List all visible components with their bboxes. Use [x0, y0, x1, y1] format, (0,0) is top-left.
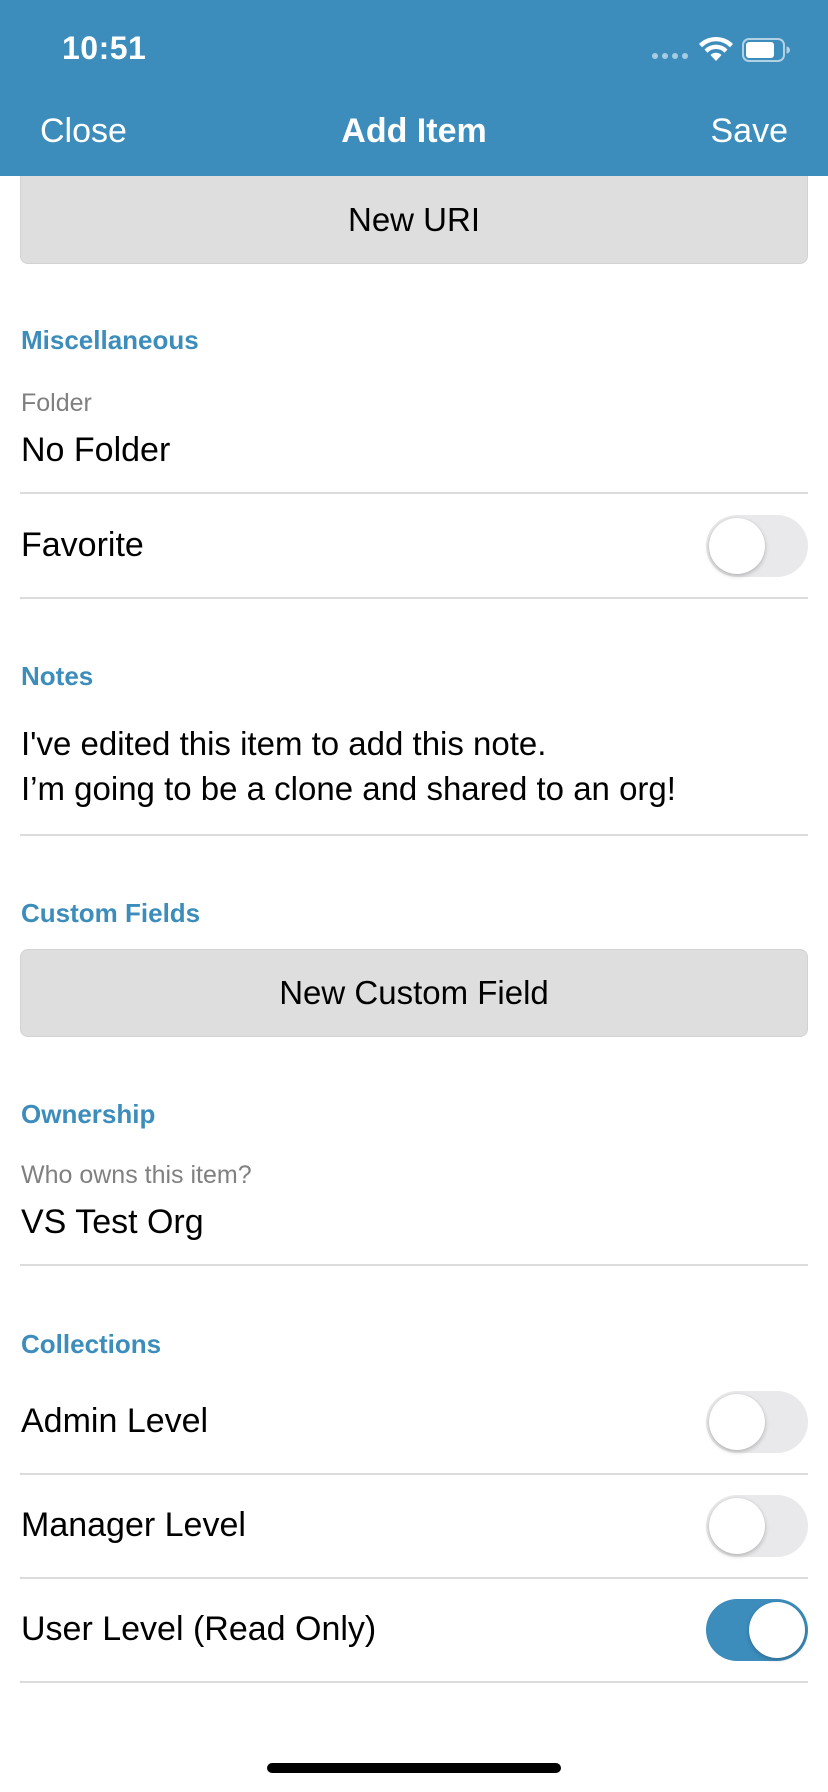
notes-line-1: I've edited this item to add this note. — [21, 725, 547, 762]
section-title-miscellaneous: Miscellaneous — [21, 325, 199, 355]
section-title-ownership: Ownership — [21, 1099, 156, 1129]
folder-label: Folder — [21, 389, 92, 417]
divider — [20, 834, 808, 836]
collection-toggle-user[interactable] — [706, 1599, 808, 1661]
collection-label-admin: Admin Level — [21, 1402, 209, 1440]
collection-label-manager: Manager Level — [21, 1506, 246, 1544]
divider — [20, 1577, 808, 1579]
folder-select[interactable]: No Folder — [21, 431, 170, 470]
divider — [20, 492, 808, 494]
divider — [20, 1473, 808, 1475]
collection-toggle-admin[interactable] — [706, 1391, 808, 1453]
notes-line-2: I’m going to be a clone and shared to an… — [21, 770, 676, 807]
new-custom-field-button[interactable]: New Custom Field — [20, 949, 808, 1037]
favorite-toggle[interactable] — [706, 515, 808, 577]
notes-textarea[interactable]: I've edited this item to add this note. … — [21, 721, 801, 811]
cellular-signal-icon — [652, 53, 688, 59]
battery-icon — [742, 38, 790, 62]
collection-toggle-manager[interactable] — [706, 1495, 808, 1557]
save-button[interactable]: Save — [711, 112, 789, 151]
status-time: 10:51 — [62, 30, 147, 66]
toggle-knob — [749, 1602, 805, 1658]
app-header: 10:51 Close Add Item Save — [0, 0, 828, 176]
divider — [20, 597, 808, 599]
toggle-knob — [709, 1394, 765, 1450]
toggle-knob — [709, 1498, 765, 1554]
toggle-knob — [709, 518, 765, 574]
status-bar: 10:51 — [0, 0, 828, 96]
home-indicator[interactable] — [267, 1763, 561, 1773]
divider — [20, 1264, 808, 1266]
page-title: Add Item — [341, 112, 487, 150]
section-title-notes: Notes — [21, 661, 94, 691]
new-uri-button[interactable]: New URI — [20, 176, 808, 264]
divider — [20, 1681, 808, 1683]
navigation-bar: Close Add Item Save — [0, 96, 828, 176]
section-title-collections: Collections — [21, 1329, 162, 1359]
favorite-label: Favorite — [21, 526, 144, 564]
owner-select[interactable]: VS Test Org — [21, 1203, 204, 1242]
section-title-custom-fields: Custom Fields — [21, 898, 201, 928]
collection-label-user: User Level (Read Only) — [21, 1610, 377, 1648]
owner-label: Who owns this item? — [21, 1161, 252, 1189]
wifi-icon — [699, 36, 733, 61]
